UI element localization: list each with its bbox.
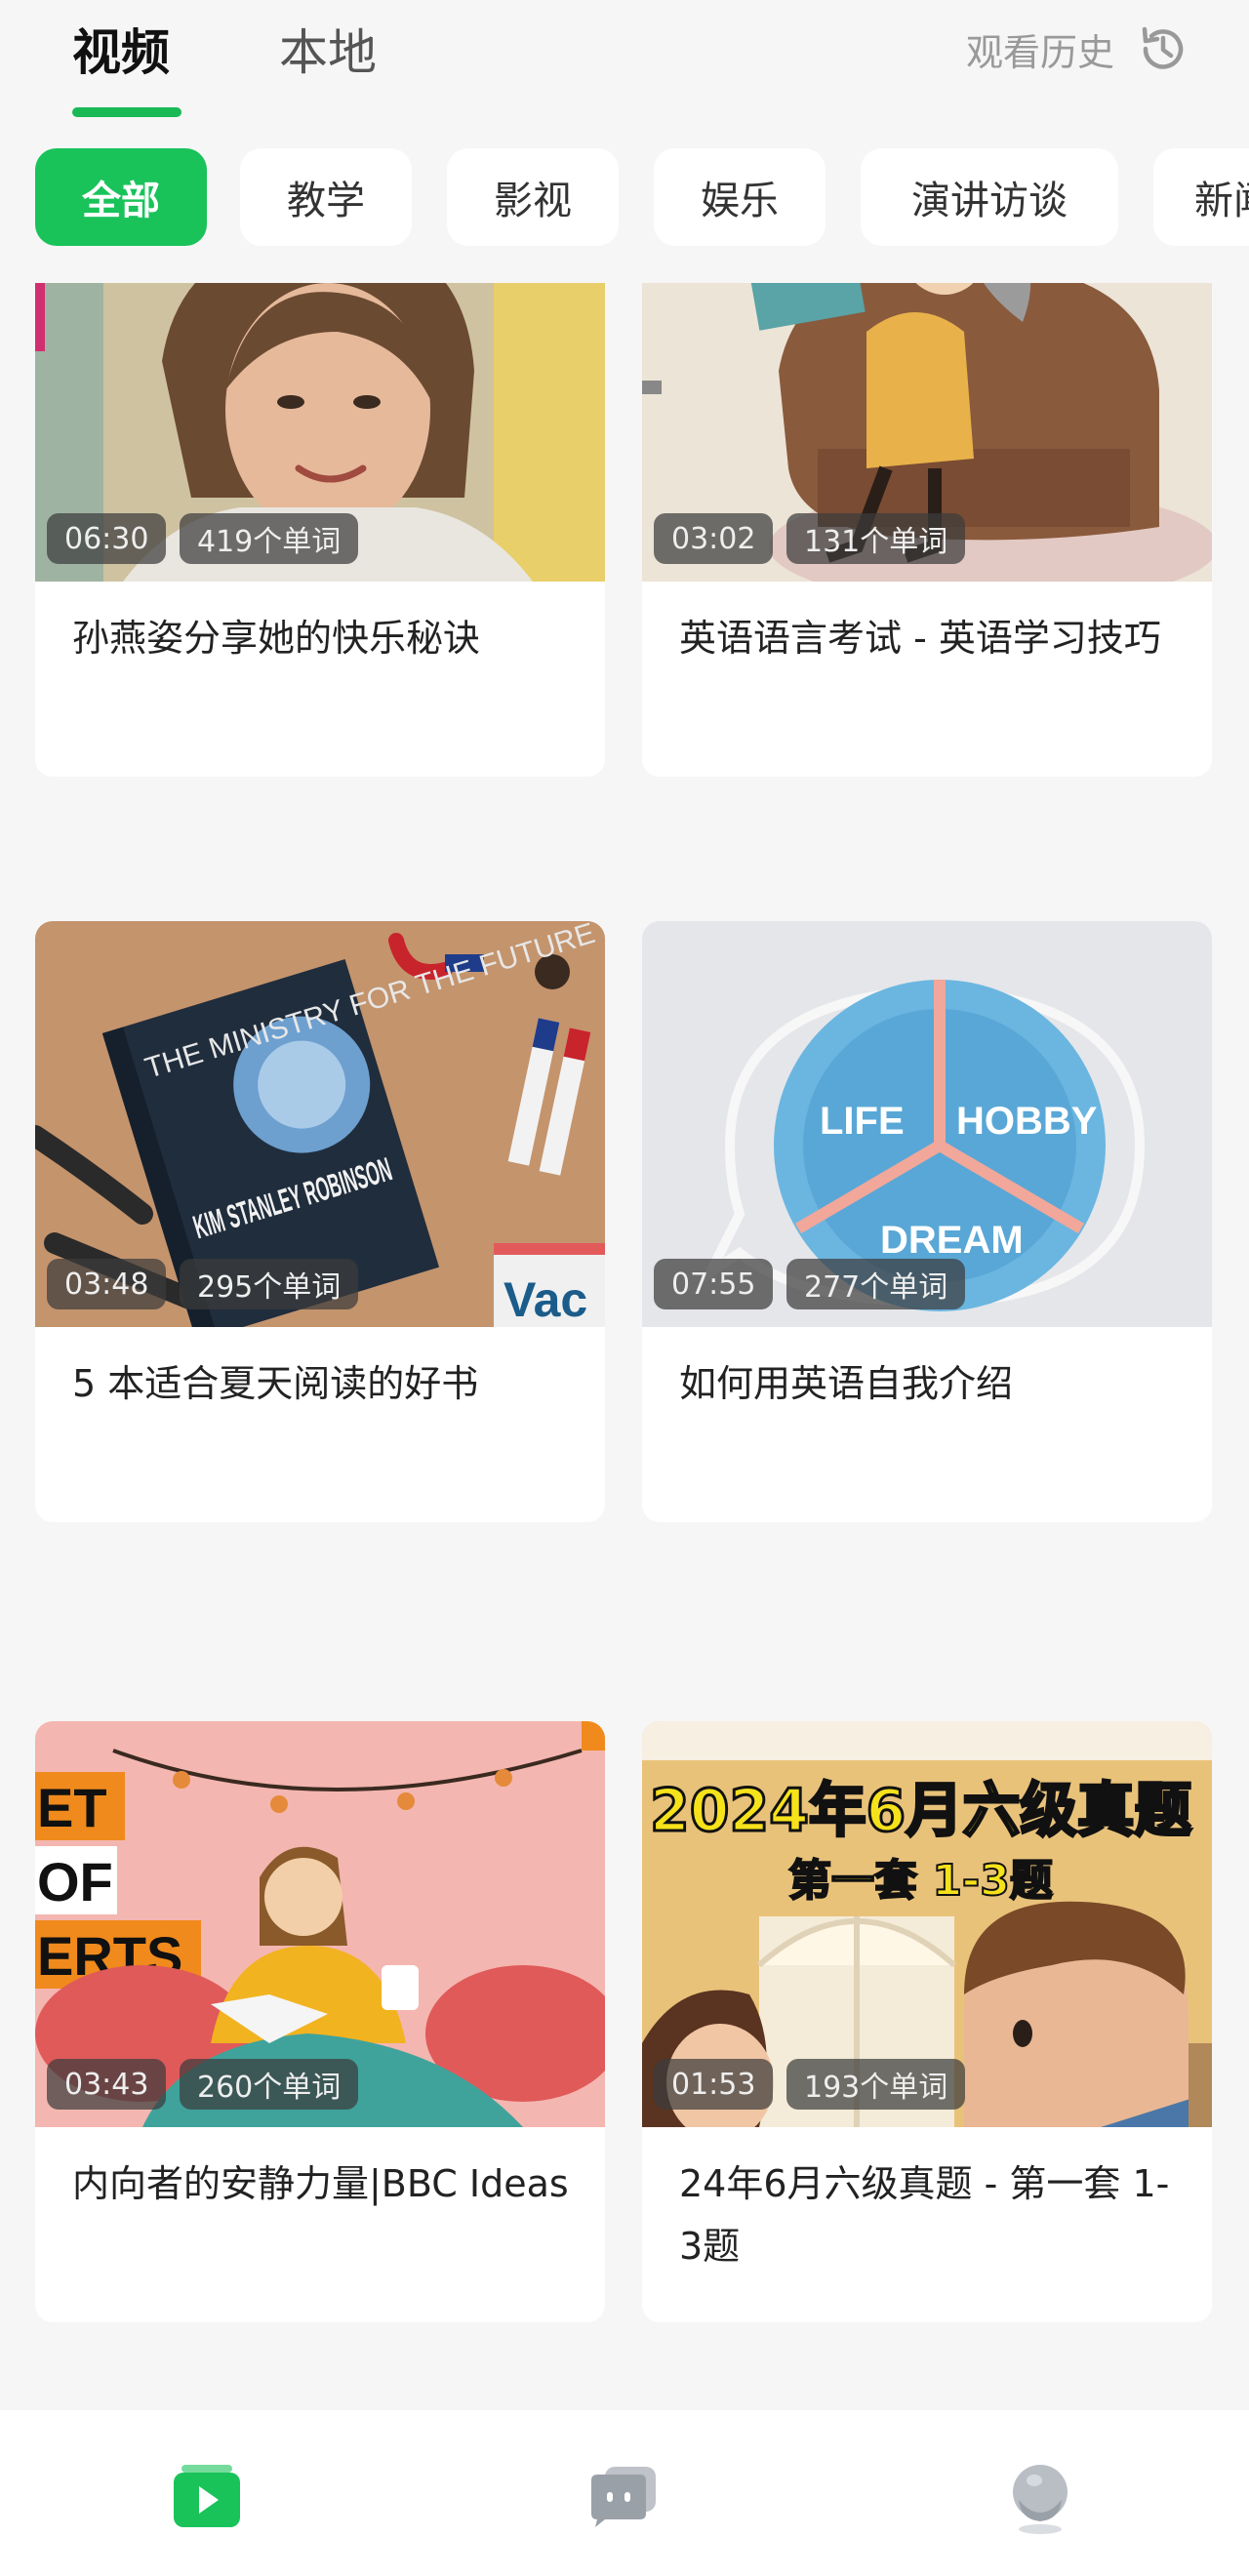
video-card[interactable]: 06:30 419个单词 孙燕姿分享她的快乐秘诀 [35, 283, 605, 777]
diagram-label-hobby: HOBBY [956, 1100, 1098, 1143]
nav-profile[interactable] [1001, 2457, 1079, 2535]
duration-badge: 07:55 [654, 1259, 774, 1309]
video-card[interactable]: THE MINISTRY FOR THE FUTURE KIM STANLEY … [35, 921, 605, 1522]
duration-badge: 03:02 [654, 513, 774, 564]
thumb-headline: 2024年6月六级真题 [650, 1777, 1191, 1845]
video-grid: 06:30 419个单词 孙燕姿分享她的快乐秘诀 03:02 131个单词 英语… [0, 283, 1249, 2410]
diagram-label-life: LIFE [820, 1100, 905, 1143]
video-thumbnail: LIFE HOBBY DREAM 07:55 277个单词 [642, 921, 1212, 1327]
video-title: 24年6月六级真题 - 第一套 1-3题 [679, 2162, 1170, 2268]
profile-avatar-icon [1013, 2465, 1068, 2534]
thumb-text-line2: OF [37, 1851, 113, 1912]
category-teaching[interactable]: 教学 [240, 148, 412, 246]
video-card[interactable]: LIFE HOBBY DREAM 07:55 277个单词 如何用英语自我介绍 [642, 921, 1212, 1522]
word-count-badge: 260个单词 [180, 2059, 359, 2110]
top-bar: 视频 本地 观看历史 [0, 0, 1249, 137]
word-count-badge: 419个单词 [180, 513, 359, 564]
video-thumbnail: 06:30 419个单词 [35, 283, 605, 582]
video-title: 孙燕姿分享她的快乐秘诀 [72, 617, 481, 660]
chat-bubbles-icon [591, 2467, 656, 2527]
video-card[interactable]: 2024年6月六级真题 第一套 1-3题 01:53 193个单词 24年6月六… [642, 1721, 1212, 2322]
duration-badge: 03:48 [47, 1259, 167, 1309]
word-count-badge: 277个单词 [786, 1259, 966, 1309]
video-title: 英语语言考试 - 英语学习技巧 [679, 617, 1161, 660]
video-title: 5 本适合夏天阅读的好书 [72, 1362, 479, 1405]
category-film[interactable]: 影视 [447, 148, 619, 246]
video-title: 内向者的安静力量|BBC Ideas [72, 2162, 569, 2205]
word-count-badge: 131个单词 [786, 513, 966, 564]
video-card[interactable]: ET OF ERTS 03:43 260个单词 内向者的安静力量|BBC Ide… [35, 1721, 605, 2322]
video-card[interactable]: 03:02 131个单词 英语语言考试 - 英语学习技巧 [642, 283, 1212, 777]
active-tab-indicator [72, 107, 181, 117]
bottom-navigation [0, 2410, 1249, 2576]
tab-local[interactable]: 本地 [279, 18, 377, 88]
category-entertainment[interactable]: 娱乐 [654, 148, 826, 246]
watch-history-label: 观看历史 [965, 30, 1114, 74]
nav-community[interactable] [584, 2457, 662, 2535]
category-speech-interview[interactable]: 演讲访谈 [861, 148, 1118, 246]
video-title: 如何用英语自我介绍 [679, 1362, 1014, 1405]
video-thumbnail: 2024年6月六级真题 第一套 1-3题 01:53 193个单词 [642, 1721, 1212, 2127]
thumb-text-line1: ET [37, 1777, 107, 1838]
category-filter-bar: 全部 教学 影视 娱乐 演讲访谈 新闻 [0, 146, 1249, 248]
tab-video[interactable]: 视频 [72, 18, 170, 88]
nav-video[interactable] [168, 2457, 246, 2535]
video-play-icon [174, 2465, 240, 2527]
duration-badge: 03:43 [47, 2059, 167, 2110]
history-clock-icon [1142, 26, 1184, 69]
thumb-subheadline: 第一套 1-3题 [788, 1856, 1053, 1906]
category-news[interactable]: 新闻 [1153, 148, 1249, 246]
video-thumbnail: 03:02 131个单词 [642, 283, 1212, 582]
duration-badge: 06:30 [47, 513, 167, 564]
side-book-text: Vac [504, 1272, 587, 1327]
word-count-badge: 295个单词 [180, 1259, 359, 1309]
category-all[interactable]: 全部 [35, 148, 207, 246]
watch-history-button[interactable]: 观看历史 [966, 18, 1190, 80]
word-count-badge: 193个单词 [786, 2059, 966, 2110]
video-thumbnail: THE MINISTRY FOR THE FUTURE KIM STANLEY … [35, 921, 605, 1327]
duration-badge: 01:53 [654, 2059, 774, 2110]
diagram-label-dream: DREAM [880, 1219, 1024, 1262]
video-thumbnail: ET OF ERTS 03:43 260个单词 [35, 1721, 605, 2127]
